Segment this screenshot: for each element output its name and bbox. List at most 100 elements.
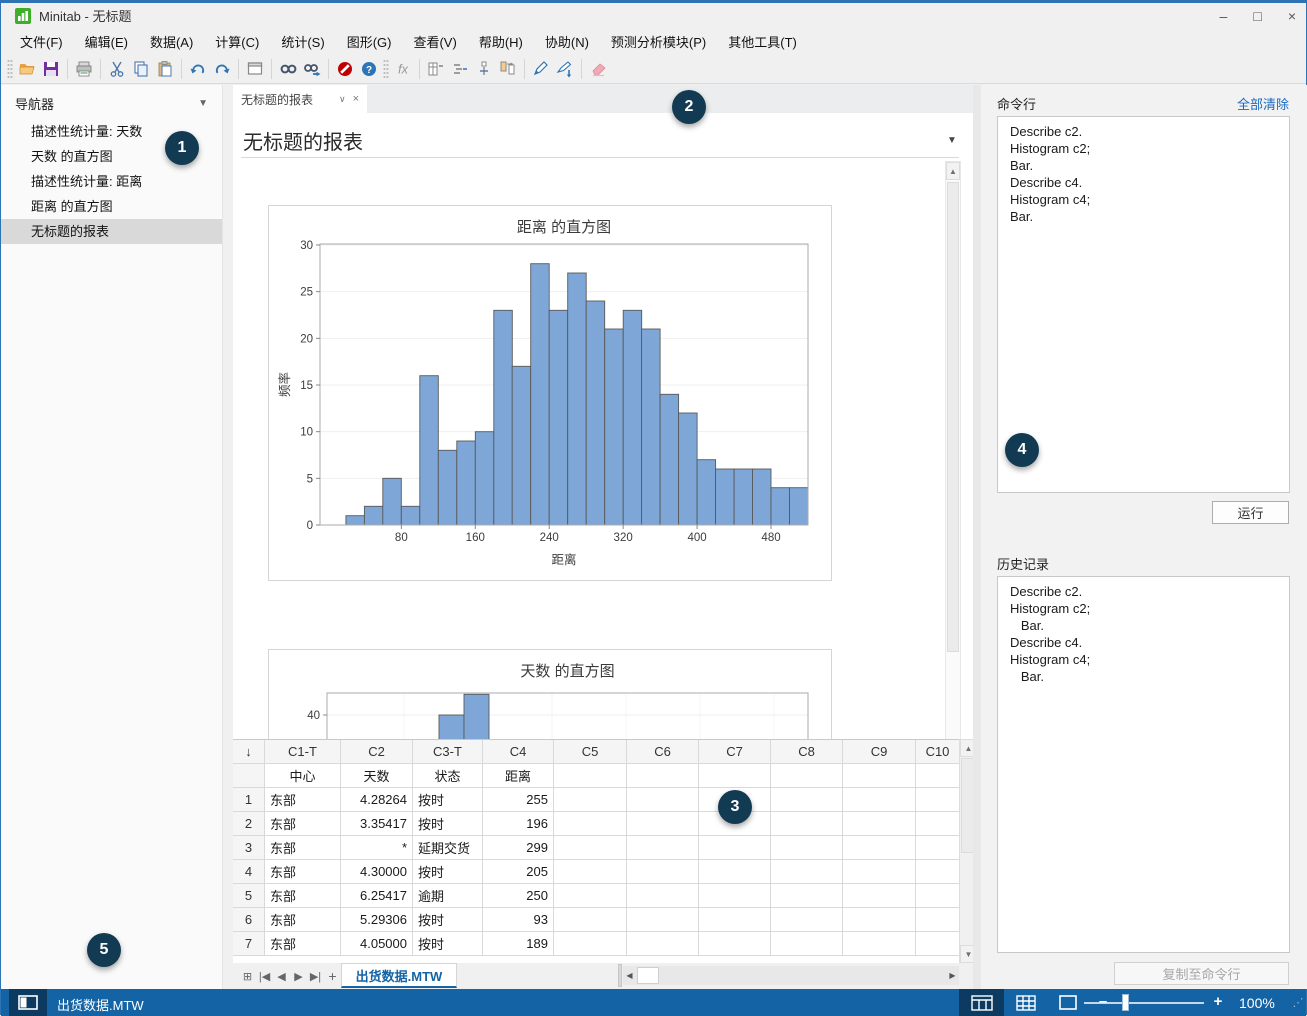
- table-cell[interactable]: [771, 908, 843, 932]
- eraser-button[interactable]: [586, 57, 610, 81]
- table-cell[interactable]: *: [341, 836, 413, 860]
- navigator-item-3[interactable]: 描述性统计量: 距离: [1, 169, 222, 194]
- variable-name-8[interactable]: [771, 764, 843, 788]
- menu-item-10[interactable]: 预测分析模块(P): [600, 28, 717, 55]
- table-cell[interactable]: 按时: [413, 788, 483, 812]
- column-header-corner[interactable]: ↓: [233, 740, 265, 764]
- table-cell[interactable]: [627, 788, 699, 812]
- zoom-in-button[interactable]: +: [1211, 988, 1225, 1015]
- table-cell[interactable]: 250: [483, 884, 554, 908]
- first-worksheet-icon[interactable]: |◀: [256, 970, 273, 983]
- edit-last-dialog-button[interactable]: [529, 57, 553, 81]
- table-cell[interactable]: [843, 932, 916, 956]
- menu-item-1[interactable]: 文件(F): [9, 28, 74, 55]
- menu-item-7[interactable]: 查看(V): [402, 28, 467, 55]
- table-cell[interactable]: [554, 932, 627, 956]
- column-header-C1-T[interactable]: C1-T: [265, 740, 341, 764]
- table-cell[interactable]: [699, 836, 771, 860]
- variable-name-3[interactable]: 状态: [413, 764, 483, 788]
- table-cell[interactable]: 93: [483, 908, 554, 932]
- table-cell[interactable]: [699, 860, 771, 884]
- scroll-up-icon[interactable]: ▲: [946, 162, 960, 180]
- report-tab-close-icon[interactable]: ×: [353, 93, 359, 105]
- column-header-C5[interactable]: C5: [554, 740, 627, 764]
- table-cell[interactable]: 东部: [265, 812, 341, 836]
- column-header-C4[interactable]: C4: [483, 740, 554, 764]
- variable-name-1[interactable]: 中心: [265, 764, 341, 788]
- table-cell[interactable]: 东部: [265, 788, 341, 812]
- undo-button[interactable]: [186, 57, 210, 81]
- table-cell[interactable]: [699, 884, 771, 908]
- variable-name-2[interactable]: 天数: [341, 764, 413, 788]
- next-worksheet-icon[interactable]: ▶: [290, 970, 307, 983]
- table-cell[interactable]: 4.28264: [341, 788, 413, 812]
- table-cell[interactable]: 延期交货: [413, 836, 483, 860]
- table-cell[interactable]: [916, 812, 959, 836]
- table-cell[interactable]: [771, 812, 843, 836]
- add-worksheet-icon[interactable]: +: [324, 968, 341, 984]
- table-cell[interactable]: 4.05000: [341, 932, 413, 956]
- show-worksheet-button[interactable]: [1011, 989, 1041, 1016]
- table-cell[interactable]: [843, 788, 916, 812]
- find-replace-button[interactable]: [300, 57, 324, 81]
- report-vertical-scrollbar[interactable]: ▲ ▼: [945, 161, 961, 739]
- variable-name-6[interactable]: [627, 764, 699, 788]
- navigator-item-5[interactable]: 无标题的报表: [1, 219, 222, 244]
- maximize-button[interactable]: □: [1253, 8, 1261, 24]
- table-cell[interactable]: [843, 860, 916, 884]
- menu-item-11[interactable]: 其他工具(T): [717, 28, 808, 55]
- table-cell[interactable]: [554, 788, 627, 812]
- table-cell[interactable]: [554, 860, 627, 884]
- panel-splitter[interactable]: [973, 85, 981, 989]
- variable-name-5[interactable]: [554, 764, 627, 788]
- clear-all-link[interactable]: 全部清除: [1237, 94, 1289, 113]
- show-worksheets-button[interactable]: [448, 57, 472, 81]
- table-cell[interactable]: [916, 836, 959, 860]
- table-cell[interactable]: 按时: [413, 812, 483, 836]
- column-header-C3-T[interactable]: C3-T: [413, 740, 483, 764]
- table-cell[interactable]: [771, 836, 843, 860]
- menu-item-2[interactable]: 编辑(E): [74, 28, 139, 55]
- worksheet-list-icon[interactable]: ⊞: [239, 970, 256, 983]
- report-title-dropdown-icon[interactable]: ▼: [947, 135, 957, 146]
- table-cell[interactable]: [627, 908, 699, 932]
- table-cell[interactable]: [916, 860, 959, 884]
- toolbar-grip[interactable]: [383, 58, 389, 79]
- zoom-slider-thumb[interactable]: [1122, 994, 1129, 1011]
- column-header-C7[interactable]: C7: [699, 740, 771, 764]
- table-cell[interactable]: [916, 932, 959, 956]
- run-button[interactable]: 运行: [1212, 501, 1289, 524]
- table-cell[interactable]: [627, 884, 699, 908]
- help-button[interactable]: ?: [357, 57, 381, 81]
- unstack-data-button[interactable]: [496, 57, 520, 81]
- distance-histogram-chart[interactable]: 距离 的直方图 0 5 10 15 20 25 30 80 160 240 320 400 480 频率 距离: [268, 205, 832, 581]
- worksheet-info-button[interactable]: [424, 57, 448, 81]
- table-cell[interactable]: [916, 788, 959, 812]
- table-cell[interactable]: [771, 788, 843, 812]
- table-cell[interactable]: [554, 812, 627, 836]
- table-cell[interactable]: [843, 908, 916, 932]
- table-cell[interactable]: 196: [483, 812, 554, 836]
- report-tab[interactable]: 无标题的报表 ∨ ×: [233, 85, 367, 113]
- copy-button[interactable]: [129, 57, 153, 81]
- column-header-C10[interactable]: C10: [916, 740, 959, 764]
- find-button[interactable]: [276, 57, 300, 81]
- table-cell[interactable]: [554, 884, 627, 908]
- table-cell[interactable]: [627, 932, 699, 956]
- new-window-button[interactable]: [243, 57, 267, 81]
- update-graph-button[interactable]: [553, 57, 577, 81]
- close-button[interactable]: ×: [1288, 8, 1296, 24]
- worksheet-horizontal-scrollbar[interactable]: ◀ ▶: [623, 966, 959, 985]
- table-cell[interactable]: 205: [483, 860, 554, 884]
- table-cell[interactable]: 逾期: [413, 884, 483, 908]
- table-cell[interactable]: 东部: [265, 884, 341, 908]
- show-output-button[interactable]: [1053, 989, 1083, 1016]
- table-cell[interactable]: [554, 908, 627, 932]
- scroll-left-icon[interactable]: ◀: [623, 966, 636, 985]
- table-cell[interactable]: [699, 932, 771, 956]
- cancel-button[interactable]: [333, 57, 357, 81]
- pane-splitter-handle[interactable]: [618, 964, 622, 987]
- column-header-C9[interactable]: C9: [843, 740, 916, 764]
- menu-item-9[interactable]: 协助(N): [534, 28, 600, 55]
- table-cell[interactable]: 按时: [413, 932, 483, 956]
